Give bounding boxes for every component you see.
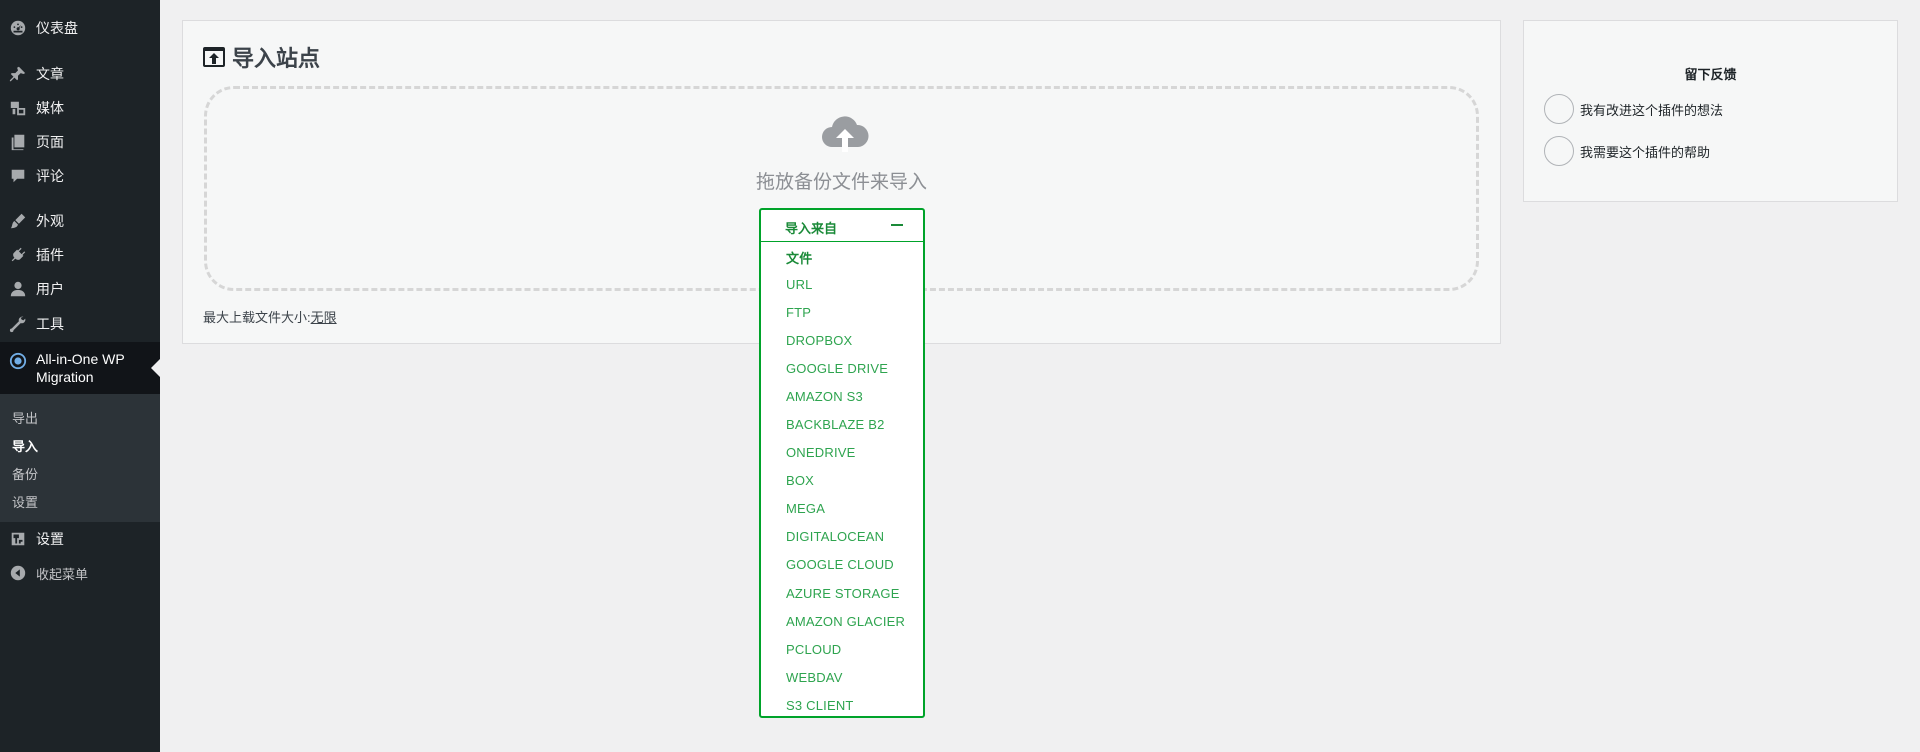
import-option-mega[interactable]: MEGA — [786, 501, 825, 516]
import-option-azure-storage[interactable]: AZURE STORAGE — [786, 586, 900, 601]
upload-limit-text: 最大上载文件大小: — [203, 310, 311, 325]
import-option-file[interactable]: 文件 — [786, 248, 812, 267]
pin-icon — [8, 64, 28, 84]
import-option-box[interactable]: BOX — [786, 473, 814, 488]
import-option-amazon-s3[interactable]: AMAZON S3 — [786, 389, 863, 404]
sidebar-item-users[interactable]: 用户 — [0, 279, 160, 299]
collapse-icon — [8, 563, 28, 583]
import-option-url[interactable]: URL — [786, 277, 813, 292]
sidebar-item-label: 用户 — [36, 281, 64, 297]
minus-icon — [891, 224, 903, 226]
settings-icon — [8, 529, 28, 549]
sidebar-item-label: 文章 — [36, 66, 64, 82]
sidebar-item-label: 收起菜单 — [36, 566, 89, 582]
import-option-digitalocean[interactable]: DIGITALOCEAN — [786, 529, 884, 544]
comments-icon — [8, 166, 28, 186]
current-menu-arrow — [151, 359, 160, 377]
sidebar-item-media[interactable]: 媒体 — [0, 98, 160, 118]
feedback-radio[interactable] — [1544, 136, 1574, 166]
collapse-menu-button[interactable]: 收起菜单 — [0, 563, 160, 583]
submenu-item-export[interactable]: 导出 — [12, 408, 38, 427]
sidebar-item-label: 媒体 — [36, 100, 64, 116]
sidebar-item-label: 工具 — [36, 316, 64, 332]
import-from-dropdown[interactable]: 导入来自 文件 URL FTP DROPBOX GOOGLE DRIVE AMA… — [759, 208, 925, 718]
submenu-item-settings[interactable]: 设置 — [12, 492, 38, 511]
sidebar-item-all-in-one-wp-migration[interactable]: All-in-One WP Migration — [0, 342, 160, 394]
sidebar-item-pages[interactable]: 页面 — [0, 132, 160, 152]
import-from-label: 导入来自 — [785, 221, 838, 236]
import-option-google-cloud[interactable]: GOOGLE CLOUD — [786, 557, 894, 572]
import-option-onedrive[interactable]: ONEDRIVE — [786, 445, 856, 460]
import-option-amazon-glacier[interactable]: AMAZON GLACIER — [786, 614, 905, 629]
import-option-webdav[interactable]: WEBDAV — [786, 670, 843, 685]
sidebar-item-posts[interactable]: 文章 — [0, 64, 160, 84]
sidebar-item-appearance[interactable]: 外观 — [0, 211, 160, 231]
feedback-option-idea[interactable]: 我有改进这个插件的想法 — [1544, 94, 1723, 124]
import-option-backblaze-b2[interactable]: BACKBLAZE B2 — [786, 417, 885, 432]
pages-icon — [8, 132, 28, 152]
import-from-toggle[interactable]: 导入来自 — [761, 210, 923, 242]
sidebar-item-comments[interactable]: 评论 — [0, 166, 160, 186]
sidebar-item-label: 页面 — [36, 134, 64, 150]
feedback-radio[interactable] — [1544, 94, 1574, 124]
users-icon — [8, 279, 28, 299]
import-option-dropbox[interactable]: DROPBOX — [786, 333, 852, 348]
feedback-panel: 留下反馈 我有改进这个插件的想法 我需要这个插件的帮助 — [1523, 20, 1898, 202]
feedback-option-help[interactable]: 我需要这个插件的帮助 — [1544, 136, 1710, 166]
sidebar-item-label: All-in-One WP Migration — [36, 351, 125, 385]
import-upload-icon — [202, 45, 226, 69]
drop-zone-text: 拖放备份文件来导入 — [755, 172, 927, 193]
import-option-pcloud[interactable]: PCLOUD — [786, 642, 841, 657]
feedback-title: 留下反馈 — [1684, 67, 1737, 82]
media-icon — [8, 98, 28, 118]
import-option-google-drive[interactable]: GOOGLE DRIVE — [786, 361, 888, 376]
cloud-upload-icon — [820, 115, 870, 155]
sidebar-item-label: 外观 — [36, 213, 64, 229]
sidebar-item-label: 仪表盘 — [36, 20, 78, 36]
sidebar-item-label: 设置 — [36, 531, 64, 547]
page-title: 导入站点 — [202, 41, 320, 73]
submenu-item-backup[interactable]: 备份 — [12, 464, 38, 483]
feedback-option-label: 我需要这个插件的帮助 — [1580, 144, 1711, 160]
sidebar-item-tools[interactable]: 工具 — [0, 314, 160, 334]
dashboard-icon — [8, 18, 28, 38]
submenu-item-import[interactable]: 导入 — [12, 436, 38, 455]
sidebar-item-dashboard[interactable]: 仪表盘 — [0, 18, 160, 38]
sidebar-item-label: 评论 — [36, 168, 64, 184]
sidebar-item-settings[interactable]: 设置 — [0, 529, 160, 549]
plugins-icon — [8, 245, 28, 265]
page-title-text: 导入站点 — [232, 46, 321, 71]
sidebar-submenu: 导出 导入 备份 设置 — [0, 394, 160, 522]
import-option-s3-client[interactable]: S3 CLIENT — [786, 698, 854, 713]
admin-sidebar: 仪表盘 文章 媒体 页面 评论 外观 插件 用户 工具 All-in-One W… — [0, 0, 160, 752]
migration-icon — [8, 351, 28, 371]
upload-limit: 最大上载文件大小:无限 — [203, 307, 337, 326]
feedback-option-label: 我有改进这个插件的想法 — [1580, 102, 1724, 118]
tools-wrench-icon — [8, 314, 28, 334]
import-option-ftp[interactable]: FTP — [786, 305, 811, 320]
appearance-brush-icon — [8, 211, 28, 231]
upload-limit-link[interactable]: 无限 — [311, 310, 337, 325]
sidebar-item-plugins[interactable]: 插件 — [0, 245, 160, 265]
sidebar-item-label: 插件 — [36, 247, 64, 263]
